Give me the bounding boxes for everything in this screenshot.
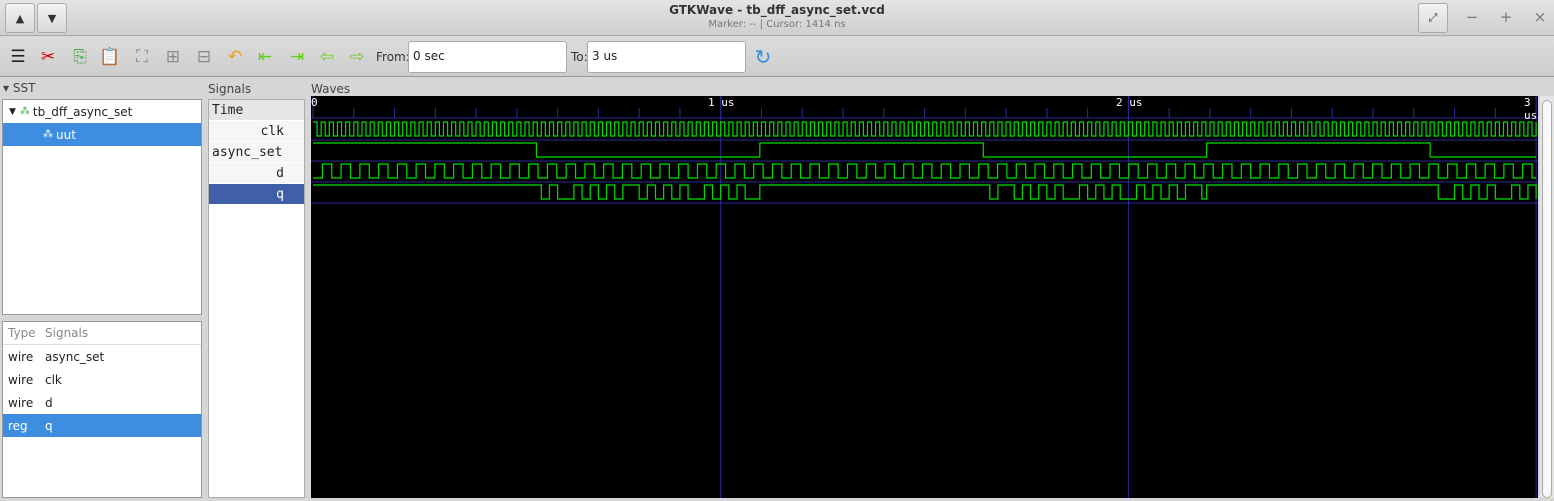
ruler-label-2us: 2 us — [1116, 96, 1143, 109]
vertical-scrollbar[interactable] — [1540, 96, 1554, 498]
window-title: GTKWave - tb_dff_async_set.vcd — [669, 3, 885, 17]
signal-row-async-set[interactable]: async_set — [209, 142, 304, 163]
module-icon: ⁂ — [19, 106, 30, 117]
signals-label: Signals — [208, 82, 252, 96]
left-arrow-icon[interactable]: ⇦ — [316, 46, 338, 68]
zoom-fit-icon[interactable]: ⛶ — [131, 46, 153, 68]
signal-type: wire — [8, 395, 34, 410]
undo-zoom-icon[interactable]: ↶ — [224, 46, 246, 68]
minimize-button[interactable]: − — [1462, 8, 1482, 26]
tree-item-label: tb_dff_async_set — [32, 104, 133, 119]
list-item[interactable]: reg q — [3, 414, 201, 437]
waveform-canvas[interactable] — [311, 96, 1538, 498]
tree-item-tb[interactable]: ▼ ⁂ tb_dff_async_set — [3, 100, 201, 123]
column-signals[interactable]: Signals — [45, 326, 88, 340]
zoom-in-icon[interactable]: ⊞ — [162, 46, 184, 68]
right-arrow-icon[interactable]: ⇨ — [346, 46, 368, 68]
paste-icon[interactable]: 📋 — [99, 46, 121, 68]
signal-name: async_set — [45, 349, 105, 364]
list-item[interactable]: wire d — [3, 391, 201, 414]
signal-type: wire — [8, 349, 34, 364]
menu-icon[interactable]: ☰ — [7, 46, 29, 68]
reload-icon[interactable]: ↻ — [752, 45, 774, 69]
waves-label: Waves — [311, 82, 351, 96]
fullscreen-button[interactable]: ⤢ — [1418, 3, 1448, 33]
time-header: Time — [209, 100, 304, 121]
from-label: From: — [376, 50, 410, 64]
from-input[interactable]: 0 sec — [408, 41, 567, 73]
waveform-area[interactable]: 0 1 us 2 us 3 us — [311, 96, 1538, 498]
wave-q — [313, 184, 1537, 200]
signal-name: clk — [45, 372, 62, 387]
signal-type-list: Type Signals wire async_set wire clk wire d … — [2, 321, 202, 498]
list-item[interactable]: wire clk — [3, 368, 201, 391]
zoom-out-icon[interactable]: ⊟ — [193, 46, 215, 68]
list-item[interactable]: wire async_set — [3, 345, 201, 368]
ruler-label-3us: 3 us — [1524, 96, 1538, 122]
to-label: To: — [571, 50, 588, 64]
signal-row-q[interactable]: q — [209, 184, 304, 205]
copy-icon[interactable]: ⎘ — [69, 46, 91, 68]
signal-type: wire — [8, 372, 34, 387]
signals-list: Time clk async_set d q — [208, 99, 305, 498]
sst-tree: ▼ ⁂ tb_dff_async_set ⁂ uut — [2, 99, 202, 315]
cut-icon[interactable]: ✂ — [37, 46, 59, 68]
signal-type: reg — [8, 418, 28, 433]
wave-clk — [313, 121, 1537, 137]
close-button[interactable]: × — [1530, 8, 1550, 26]
expand-icon[interactable]: ▼ — [9, 107, 16, 117]
toolbar: ☰ ✂ ⎘ 📋 ⛶ ⊞ ⊟ ↶ ⇤ ⇥ ⇦ ⇨ From: 0 sec To: … — [0, 37, 1554, 77]
sst-label-text: SST — [12, 81, 36, 95]
list-header: Type Signals — [3, 322, 201, 345]
tree-item-label: uut — [56, 127, 76, 142]
column-type[interactable]: Type — [3, 326, 45, 340]
jump-start-icon[interactable]: ⇤ — [254, 46, 276, 68]
title-bar: ▲ ▼ GTKWave - tb_dff_async_set.vcd Marke… — [0, 0, 1554, 36]
wave-async-set — [313, 142, 1537, 158]
signal-name: d — [45, 395, 53, 410]
maximize-button[interactable]: + — [1496, 8, 1516, 26]
ruler-label-0: 0 — [311, 96, 318, 109]
jump-end-icon[interactable]: ⇥ — [286, 46, 308, 68]
signal-name: q — [45, 418, 53, 433]
tree-item-uut[interactable]: ⁂ uut — [3, 123, 201, 146]
sst-label: ▾ SST — [3, 81, 36, 95]
marker-cursor-status: Marker: -- | Cursor: 1414 ns — [708, 19, 846, 30]
module-icon: ⁂ — [43, 129, 53, 140]
signal-row-clk[interactable]: clk — [209, 121, 304, 142]
signal-row-d[interactable]: d — [209, 163, 304, 184]
scrollbar-thumb[interactable] — [1542, 100, 1552, 498]
ruler-label-1us: 1 us — [708, 96, 735, 109]
to-input[interactable]: 3 us — [587, 41, 746, 73]
wave-d — [313, 163, 1537, 179]
